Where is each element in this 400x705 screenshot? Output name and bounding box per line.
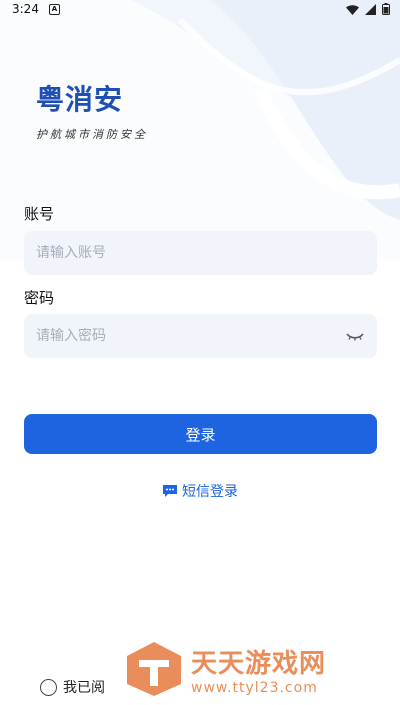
app-slogan: 护航城市消防安全 xyxy=(36,128,148,141)
sms-login-link[interactable]: 短信登录 xyxy=(0,481,400,501)
account-input[interactable] xyxy=(36,245,365,261)
account-label: 账号 xyxy=(24,205,55,223)
agreement-row[interactable]: 我已阅 xyxy=(40,677,105,697)
account-field[interactable] xyxy=(24,231,377,275)
password-field[interactable] xyxy=(24,314,377,358)
agreement-radio[interactable] xyxy=(40,678,57,696)
watermark-name: 天天游戏网 xyxy=(191,648,327,679)
message-icon xyxy=(163,485,177,497)
app-title: 粤消安 xyxy=(36,83,124,116)
watermark-logo-icon xyxy=(127,642,181,696)
login-button[interactable]: 登录 xyxy=(24,414,377,454)
brand-logo: 粤消安 护航城市消防安全 xyxy=(36,78,148,142)
battery-icon xyxy=(382,3,390,15)
signal-icon xyxy=(365,3,376,15)
watermark: 天天游戏网 www.ttyl23.com xyxy=(125,640,326,698)
status-bar: 3:24 A xyxy=(0,0,400,18)
agreement-text: 我已阅 xyxy=(63,680,105,696)
watermark-url: www.ttyl23.com xyxy=(191,679,318,696)
sms-login-label: 短信登录 xyxy=(182,484,238,500)
eye-closed-icon[interactable] xyxy=(345,329,365,343)
password-input[interactable] xyxy=(36,328,345,344)
status-time: 3:24 xyxy=(12,2,39,16)
notification-icon: A xyxy=(48,3,60,15)
password-label: 密码 xyxy=(24,289,55,307)
wifi-icon xyxy=(346,4,359,15)
